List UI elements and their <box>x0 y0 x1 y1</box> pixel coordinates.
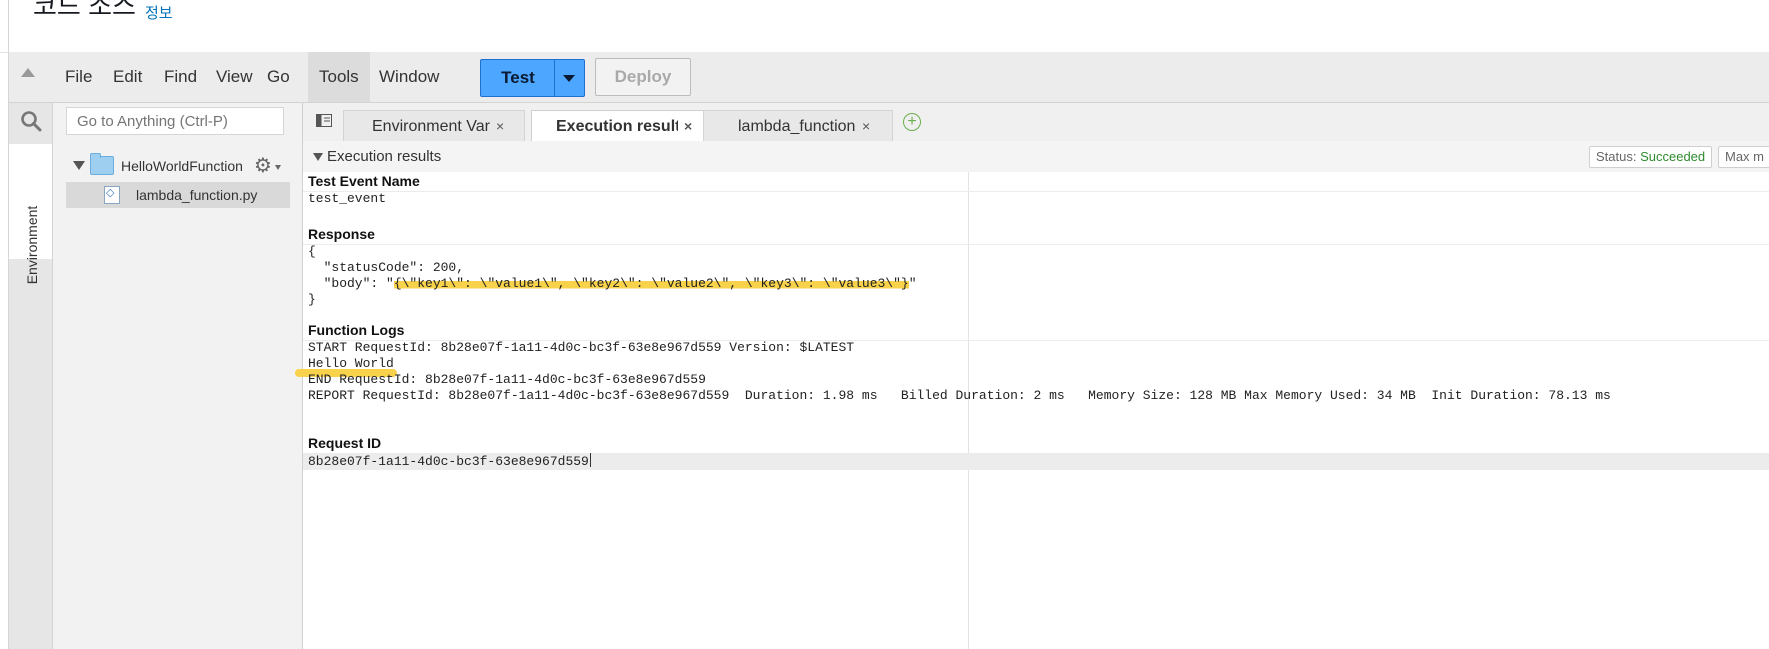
tab-execution-results[interactable]: Execution results × <box>531 110 716 143</box>
left-panel-strip: Environment <box>9 103 53 649</box>
response-line: { <box>308 244 316 259</box>
execution-results-panel: Test Event Name test_event Response { "s… <box>295 172 1769 649</box>
info-link[interactable]: 정보 <box>145 2 173 23</box>
request-id-text: 8b28e07f-1a11-4d0c-bc3f-63e8e967d559 <box>308 454 589 469</box>
max-memory-badge: Max m <box>1718 146 1769 168</box>
collapse-up-icon[interactable] <box>21 68 35 77</box>
menu-edit[interactable]: Edit <box>102 52 153 102</box>
response-line: } <box>308 292 316 307</box>
search-icon[interactable] <box>20 110 42 132</box>
log-line: Hello World <box>308 356 394 371</box>
page-header: 코드 소스 정보 <box>0 0 1769 53</box>
tree-file-row[interactable]: lambda_function.py <box>66 182 290 208</box>
file-name: lambda_function.py <box>136 187 258 203</box>
environment-tab[interactable]: Environment <box>9 144 52 284</box>
test-button[interactable]: Test <box>480 59 556 97</box>
log-line: END RequestId: 8b28e07f-1a11-4d0c-bc3f-6… <box>308 372 706 387</box>
section-divider <box>303 191 1769 192</box>
menu-bar: File Edit Find View Go Tools Window Test… <box>9 52 1769 103</box>
log-line: REPORT RequestId: 8b28e07f-1a11-4d0c-bc3… <box>308 388 1611 403</box>
results-header: Execution results Status: Succeeded Max … <box>303 141 1769 173</box>
environment-tab-label: Environment <box>24 205 40 285</box>
file-tree-sidebar: HelloWorldFunction ⚙ lambda_function.py <box>53 103 303 649</box>
add-tab-icon[interactable]: + <box>903 113 921 131</box>
menu-window[interactable]: Window <box>368 52 450 102</box>
request-id-title: Request ID <box>308 435 382 451</box>
expand-arrow-icon[interactable] <box>73 161 85 170</box>
response-line: "statusCode": 200, <box>308 260 465 275</box>
tab-label: Execution results <box>556 118 678 135</box>
request-id-value[interactable]: 8b28e07f-1a11-4d0c-bc3f-63e8e967d559 <box>308 453 591 469</box>
menu-go[interactable]: Go <box>256 52 301 102</box>
gear-icon[interactable]: ⚙ <box>254 156 272 176</box>
python-file-icon <box>104 186 120 204</box>
function-logs-title: Function Logs <box>308 322 405 338</box>
tab-environment-variables[interactable]: Environment Vari × <box>343 110 526 142</box>
results-title: Execution results <box>327 148 442 165</box>
menu-view[interactable]: View <box>205 52 264 102</box>
response-body-highlight: {\"key1\": \"value1\", \"key2\": \"value… <box>393 276 909 291</box>
folder-name: HelloWorldFunction <box>121 158 243 174</box>
close-icon[interactable]: × <box>684 111 692 142</box>
test-dropdown-button[interactable] <box>554 59 585 97</box>
tab-lambda-function[interactable]: lambda_function × <box>703 110 894 142</box>
caret-down-icon <box>563 75 575 82</box>
gear-caret-icon[interactable] <box>275 165 281 170</box>
tab-label: Environment Vari <box>372 118 490 135</box>
status-badge: Status: Succeeded <box>1589 146 1713 168</box>
log-line: START RequestId: 8b28e07f-1a11-4d0c-bc3f… <box>308 340 855 355</box>
close-icon[interactable]: × <box>496 111 504 142</box>
test-event-title: Test Event Name <box>308 173 420 189</box>
page-title: 코드 소스 <box>33 0 136 21</box>
editor-tab-bar: Environment Vari × Execution results × lam… <box>303 103 1769 143</box>
folder-icon <box>90 153 114 175</box>
text-cursor <box>589 453 591 467</box>
status-label: Status: <box>1596 149 1641 164</box>
go-to-anything-input[interactable] <box>66 107 284 135</box>
deploy-button[interactable]: Deploy <box>595 58 691 96</box>
collapse-arrow-icon[interactable] <box>313 153 323 161</box>
response-title: Response <box>308 226 375 242</box>
panel-toggle-icon[interactable] <box>316 114 332 127</box>
response-body-end: " <box>908 276 917 291</box>
section-divider <box>303 244 1769 245</box>
status-value: Succeeded <box>1640 149 1706 164</box>
response-body-key: "body": " <box>308 276 394 291</box>
close-icon[interactable]: × <box>862 111 870 142</box>
response-line: "body": "{\"key1\": \"value1\", \"key2\"… <box>308 276 917 291</box>
menu-tools[interactable]: Tools <box>308 52 370 102</box>
tab-label: lambda_function <box>738 118 856 135</box>
menu-file[interactable]: File <box>54 52 103 102</box>
test-event-value: test_event <box>308 191 387 206</box>
menu-find[interactable]: Find <box>153 52 208 102</box>
